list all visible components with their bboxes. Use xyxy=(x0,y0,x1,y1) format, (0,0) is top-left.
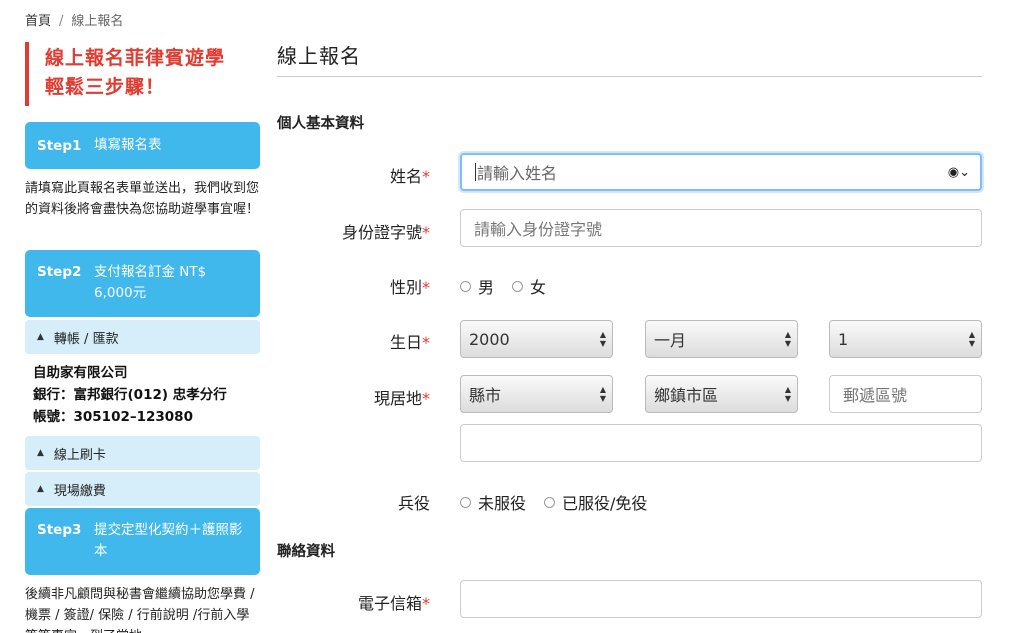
zip-code-input[interactable]: 郵遞區號 xyxy=(829,375,982,413)
bank-company: 自助家有限公司 xyxy=(33,365,128,381)
address-label: 現居地* xyxy=(277,385,430,409)
promo-line-2: 輕鬆三步驟！ xyxy=(45,76,166,98)
id-label: 身份證字號* xyxy=(277,219,430,243)
accordion-transfer[interactable]: ▲ 轉帳 / 匯款 xyxy=(25,320,260,354)
text-caret xyxy=(475,163,476,181)
gender-option-male[interactable]: 男 xyxy=(460,274,494,298)
section-contact: 聯絡資料 xyxy=(277,544,335,560)
step3-number: Step3 xyxy=(37,522,82,538)
birth-year-value: 2000 xyxy=(469,329,510,349)
bank-account: 帳號：305102–123080 xyxy=(33,409,193,425)
step1-number: Step1 xyxy=(37,137,82,154)
street-address-input[interactable] xyxy=(460,424,982,462)
step2-header: Step2 支付報名訂金 NT$ 6,000元 xyxy=(25,250,260,317)
main-form: 線上報名 個人基本資料 姓名* 請輸入姓名 ◉⌄ 身份證字號* 請輸入身份證字號… xyxy=(277,40,982,618)
step1-header: Step1 填寫報名表 xyxy=(25,122,260,169)
step3-description: 後續非凡顧問與秘書會繼續協助您學費 / 機票 / 簽證/ 保險 / 行前說明 /… xyxy=(25,587,255,633)
military-label-text: 兵役 xyxy=(397,494,430,513)
id-label-text: 身份證字號 xyxy=(341,223,422,242)
triangle-up-icon: ▲ xyxy=(37,484,44,494)
gender-option-female-label: 女 xyxy=(530,278,547,297)
breadcrumb-home-link[interactable]: 首頁 xyxy=(25,14,51,29)
name-label-text: 姓名 xyxy=(389,167,422,186)
step3-header: Step3 提交定型化契約＋護照影本 xyxy=(25,508,260,575)
breadcrumb-separator: / xyxy=(59,14,64,29)
birth-month-value: 一月 xyxy=(654,331,687,350)
triangle-up-icon: ▲ xyxy=(37,448,44,458)
bank-info: 自助家有限公司 銀行：富邦銀行(012) 忠孝分行 帳號：305102–1230… xyxy=(33,362,227,428)
zip-code-placeholder: 郵遞區號 xyxy=(843,386,908,405)
step2-text: 支付報名訂金 NT$ 6,000元 xyxy=(94,264,207,301)
name-label: 姓名* xyxy=(277,163,430,187)
triangle-up-icon: ▲ xyxy=(37,332,44,342)
step1-text: 填寫報名表 xyxy=(94,137,162,153)
id-number-placeholder: 請輸入身份證字號 xyxy=(474,220,603,239)
required-mark: * xyxy=(422,594,430,613)
promo-banner: 線上報名菲律賓遊學 輕鬆三步驟！ xyxy=(25,42,260,106)
required-mark: * xyxy=(422,278,430,297)
select-arrows-icon: ▲ ▼ xyxy=(784,385,791,403)
gender-radio-group: 男 女 xyxy=(460,274,564,298)
accordion-onsite-label: 現場繳費 xyxy=(53,483,106,499)
promo-line-1: 線上報名菲律賓遊學 xyxy=(45,47,226,69)
sidebar: 線上報名菲律賓遊學 輕鬆三步驟！ Step1 填寫報名表 請填寫此頁報名表單並送… xyxy=(25,42,260,633)
breadcrumb-current: 線上報名 xyxy=(71,14,124,29)
town-select[interactable]: 鄉鎮市區 ▲ ▼ xyxy=(645,375,798,413)
military-option-served[interactable]: 已服役/免役 xyxy=(544,490,647,514)
email-label: 電子信箱* xyxy=(277,590,430,614)
gender-option-female[interactable]: 女 xyxy=(512,274,546,298)
birthday-label-text: 生日 xyxy=(389,333,422,352)
required-mark: * xyxy=(422,223,430,242)
select-arrows-icon: ▲ ▼ xyxy=(599,385,606,403)
breadcrumb: 首頁 / 線上報名 xyxy=(25,10,123,29)
birth-year-select[interactable]: 2000 ▲ ▼ xyxy=(460,320,613,358)
bank-name: 銀行：富邦銀行(012) 忠孝分行 xyxy=(33,387,227,403)
id-number-input[interactable]: 請輸入身份證字號 xyxy=(460,209,982,247)
birth-day-value: 1 xyxy=(838,329,849,349)
town-value: 鄉鎮市區 xyxy=(654,386,719,405)
radio-button[interactable] xyxy=(512,280,524,292)
accordion-card-label: 線上刷卡 xyxy=(53,447,106,463)
account-autofill-icon[interactable]: ◉⌄ xyxy=(948,165,970,180)
required-mark: * xyxy=(422,333,430,352)
military-label: 兵役 xyxy=(277,490,430,514)
step3-text: 提交定型化契約＋護照影本 xyxy=(94,522,243,559)
name-input[interactable]: 請輸入姓名 ◉⌄ xyxy=(460,153,982,191)
gender-label: 性別* xyxy=(277,274,430,298)
email-input[interactable] xyxy=(460,580,982,618)
gender-option-male-label: 男 xyxy=(478,278,495,297)
address-label-text: 現居地 xyxy=(373,389,422,408)
birth-day-select[interactable]: 1 ▲ ▼ xyxy=(829,320,982,358)
required-mark: * xyxy=(422,167,430,186)
gender-label-text: 性別 xyxy=(389,278,422,297)
military-radio-group: 未服役 已服役/免役 xyxy=(460,490,665,514)
radio-button[interactable] xyxy=(460,496,471,508)
birth-month-select[interactable]: 一月 ▲ ▼ xyxy=(645,320,798,358)
select-arrows-icon: ▲ ▼ xyxy=(599,330,606,348)
accordion-transfer-label: 轉帳 / 匯款 xyxy=(53,331,119,347)
section-personal: 個人基本資料 xyxy=(277,116,364,132)
select-arrows-icon: ▲ ▼ xyxy=(784,330,791,348)
step1-description: 請填寫此頁報名表單並送出，我們收到您的資料後將會盡快為您協助遊學事宜喔！ xyxy=(25,181,260,217)
select-arrows-icon: ▲ ▼ xyxy=(968,330,975,348)
accordion-card[interactable]: ▲ 線上刷卡 xyxy=(25,436,260,470)
name-placeholder: 請輸入姓名 xyxy=(477,164,558,183)
county-value: 縣市 xyxy=(469,386,502,405)
radio-button[interactable] xyxy=(544,496,556,508)
military-option-not-served[interactable]: 未服役 xyxy=(460,490,526,514)
page-title: 線上報名 xyxy=(277,40,982,77)
military-option-not-served-label: 未服役 xyxy=(478,494,527,513)
military-option-served-label: 已服役/免役 xyxy=(562,494,648,513)
required-mark: * xyxy=(422,389,430,408)
radio-button[interactable] xyxy=(460,280,471,292)
birthday-label: 生日* xyxy=(277,329,430,353)
county-select[interactable]: 縣市 ▲ ▼ xyxy=(460,375,613,413)
email-label-text: 電子信箱 xyxy=(357,594,422,613)
accordion-onsite[interactable]: ▲ 現場繳費 xyxy=(25,472,260,506)
step2-number: Step2 xyxy=(37,264,82,280)
